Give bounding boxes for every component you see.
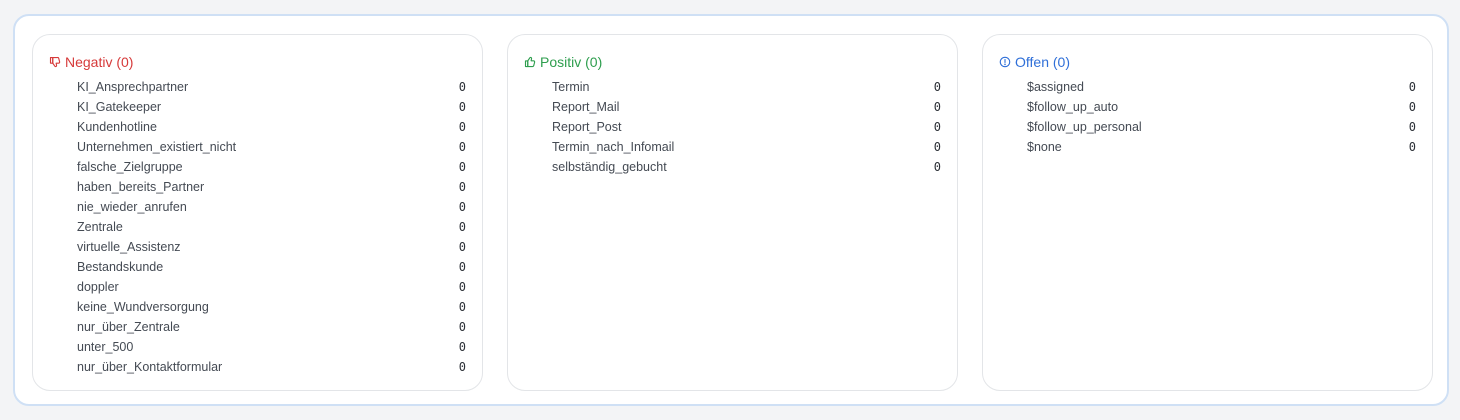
status-summary-container: Negativ (0) KI_Ansprechpartner 0 KI_Gateke… xyxy=(13,14,1449,406)
list-item-label: nur_über_Kontaktformular xyxy=(77,360,223,374)
list-item: KI_Ansprechpartner 0 xyxy=(77,77,466,97)
list-item: Kundenhotline 0 xyxy=(77,117,466,137)
list-item-label: unter_500 xyxy=(77,340,134,354)
panel-offen-header: Offen (0) xyxy=(999,52,1070,72)
list-item-label: keine_Wundversorgung xyxy=(77,300,209,314)
list-item: virtuelle_Assistenz 0 xyxy=(77,237,466,257)
list-item-count: 0 xyxy=(458,360,466,374)
list-item: nur_über_Kontaktformular 0 xyxy=(77,357,466,377)
list-item-label: haben_bereits_Partner xyxy=(77,180,205,194)
list-item-count: 0 xyxy=(458,180,466,194)
list-item: selbständig_gebucht 0 xyxy=(552,157,941,177)
list-item-label: falsche_Zielgruppe xyxy=(77,160,183,174)
list-item-count: 0 xyxy=(458,160,466,174)
panel-negativ-header: Negativ (0) xyxy=(49,52,133,72)
list-item-count: 0 xyxy=(458,320,466,334)
thumbs-up-icon xyxy=(524,56,536,68)
list-item-label: Report_Post xyxy=(552,120,622,134)
panel-offen: Offen (0) $assigned 0 $follow_up_auto 0 $fol… xyxy=(982,34,1433,391)
list-item-label: selbständig_gebucht xyxy=(552,160,667,174)
list-item-count: 0 xyxy=(458,280,466,294)
list-item-label: $follow_up_personal xyxy=(1027,120,1142,134)
list-item: nur_über_Zentrale 0 xyxy=(77,317,466,337)
list-item: unter_500 0 xyxy=(77,337,466,357)
list-item: $assigned 0 xyxy=(1027,77,1416,97)
list-item: Report_Post 0 xyxy=(552,117,941,137)
list-item-label: Report_Mail xyxy=(552,100,620,114)
list-item-count: 0 xyxy=(933,160,941,174)
list-item-count: 0 xyxy=(458,140,466,154)
panel-offen-list: $assigned 0 $follow_up_auto 0 $follow_up_per… xyxy=(1027,77,1416,157)
list-item-label: Termin_nach_Infomail xyxy=(552,140,675,154)
list-item-count: 0 xyxy=(1408,80,1416,94)
list-item: Zentrale 0 xyxy=(77,217,466,237)
list-item-count: 0 xyxy=(1408,140,1416,154)
list-item: $follow_up_personal 0 xyxy=(1027,117,1416,137)
list-item-label: nie_wieder_anrufen xyxy=(77,200,187,214)
list-item-label: Unternehmen_existiert_nicht xyxy=(77,140,237,154)
list-item-label: doppler xyxy=(77,280,119,294)
panel-positiv-title: Positiv (0) xyxy=(540,54,603,70)
list-item-label: KI_Ansprechpartner xyxy=(77,80,189,94)
list-item-count: 0 xyxy=(458,120,466,134)
list-item-label: $follow_up_auto xyxy=(1027,100,1119,114)
list-item-count: 0 xyxy=(933,100,941,114)
list-item-count: 0 xyxy=(1408,120,1416,134)
list-item: $follow_up_auto 0 xyxy=(1027,97,1416,117)
list-item-label: virtuelle_Assistenz xyxy=(77,240,181,254)
list-item: $none 0 xyxy=(1027,137,1416,157)
list-item: haben_bereits_Partner 0 xyxy=(77,177,466,197)
panel-positiv-list: Termin 0 Report_Mail 0 Report_Post 0 Termin_na… xyxy=(552,77,941,177)
list-item-count: 0 xyxy=(458,80,466,94)
list-item: Termin_nach_Infomail 0 xyxy=(552,137,941,157)
list-item-label: Bestandskunde xyxy=(77,260,164,274)
list-item-label: $assigned xyxy=(1027,80,1084,94)
list-item-label: $none xyxy=(1027,140,1062,154)
list-item-label: Kundenhotline xyxy=(77,120,157,134)
list-item: nie_wieder_anrufen 0 xyxy=(77,197,466,217)
list-item-label: Zentrale xyxy=(77,220,123,234)
list-item-count: 0 xyxy=(458,100,466,114)
list-item-count: 0 xyxy=(1408,100,1416,114)
list-item-count: 0 xyxy=(458,260,466,274)
list-item-count: 0 xyxy=(458,240,466,254)
list-item-count: 0 xyxy=(458,200,466,214)
alert-circle-icon xyxy=(999,56,1011,68)
list-item-count: 0 xyxy=(933,80,941,94)
panel-negativ-title: Negativ (0) xyxy=(65,54,134,70)
list-item-count: 0 xyxy=(933,120,941,134)
list-item-label: Termin xyxy=(552,80,590,94)
list-item: KI_Gatekeeper 0 xyxy=(77,97,466,117)
list-item: Report_Mail 0 xyxy=(552,97,941,117)
panel-negativ-list: KI_Ansprechpartner 0 KI_Gatekeeper 0 Kundenh… xyxy=(77,77,466,377)
list-item: Termin 0 xyxy=(552,77,941,97)
list-item-count: 0 xyxy=(933,140,941,154)
panel-offen-title: Offen (0) xyxy=(1015,54,1070,70)
panel-positiv: Positiv (0) Termin 0 Report_Mail 0 Report_Po… xyxy=(507,34,958,391)
list-item: doppler 0 xyxy=(77,277,466,297)
list-item-count: 0 xyxy=(458,220,466,234)
list-item-label: nur_über_Zentrale xyxy=(77,320,180,334)
thumbs-down-icon xyxy=(49,56,61,68)
list-item-count: 0 xyxy=(458,300,466,314)
panel-positiv-header: Positiv (0) xyxy=(524,52,602,72)
list-item: Unternehmen_existiert_nicht 0 xyxy=(77,137,466,157)
list-item: Bestandskunde 0 xyxy=(77,257,466,277)
list-item: falsche_Zielgruppe 0 xyxy=(77,157,466,177)
list-item: keine_Wundversorgung 0 xyxy=(77,297,466,317)
panel-negativ: Negativ (0) KI_Ansprechpartner 0 KI_Gateke… xyxy=(32,34,483,391)
list-item-label: KI_Gatekeeper xyxy=(77,100,162,114)
list-item-count: 0 xyxy=(458,340,466,354)
